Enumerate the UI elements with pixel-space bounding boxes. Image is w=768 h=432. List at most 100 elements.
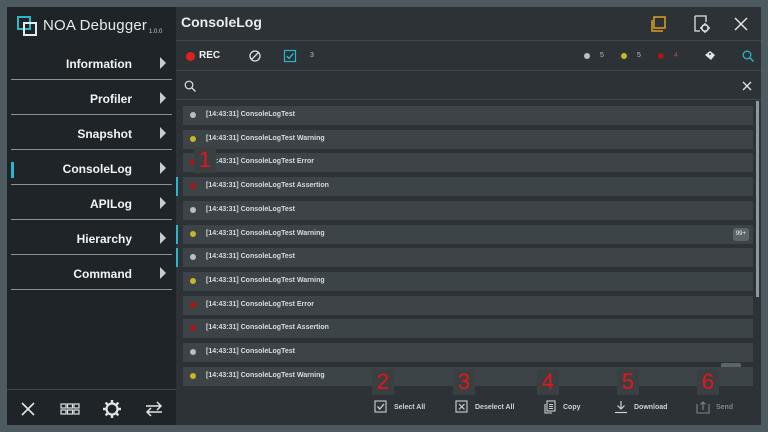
chevron-right-icon	[160, 162, 166, 174]
rec-label[interactable]: REC	[199, 50, 220, 61]
log-list: [14:43:31] ConsoleLogTest [14:43:31] Cons…	[176, 101, 761, 389]
annotation-marker: 6	[697, 369, 719, 395]
log-message: [14:43:31] ConsoleLogTest Warning	[206, 134, 325, 142]
deselect-all-button[interactable]: Deselect All	[455, 399, 527, 415]
sidebar: NOA Debugger 1.0.0 Information Profiler …	[7, 7, 176, 425]
sidebar-item-label: Information	[66, 57, 132, 71]
window-icon[interactable]	[648, 13, 670, 35]
close-icon[interactable]	[730, 13, 752, 35]
selection-indicator	[176, 248, 178, 268]
log-message: [14:43:31] ConsoleLogTest Error	[206, 158, 315, 166]
search-icon	[184, 80, 196, 92]
log-row[interactable]: [14:43:31] ConsoleLogTest	[183, 106, 753, 125]
sidebar-item-command[interactable]: Command	[11, 259, 172, 290]
sidebar-item-label: ConsoleLog	[62, 162, 132, 176]
download-label: Download	[634, 404, 668, 411]
sidebar-item-information[interactable]: Information	[11, 49, 172, 80]
sidebar-item-apilog[interactable]: APILog	[11, 189, 172, 220]
download-icon	[615, 401, 627, 414]
log-row[interactable]: [14:43:31] ConsoleLogTest Warning	[183, 129, 753, 149]
collapse-checkbox-icon[interactable]	[283, 49, 297, 63]
noa-logo-icon	[17, 16, 37, 36]
chevron-right-icon	[160, 92, 166, 104]
close-icon[interactable]	[17, 398, 39, 420]
app-version: 1.0.0	[149, 29, 163, 35]
send-button[interactable]: Send	[696, 399, 742, 415]
debugger-window: NOA Debugger 1.0.0 Information Profiler …	[7, 7, 761, 425]
clear-search-icon[interactable]	[740, 79, 754, 93]
log-row[interactable]: [14:43:31] ConsoleLogTest Assertion	[183, 177, 753, 197]
error-level-icon	[190, 183, 196, 190]
app-title: NOA Debugger	[43, 17, 148, 34]
log-message: [14:43:31] ConsoleLogTest	[206, 253, 295, 261]
sidebar-item-label: APILog	[90, 197, 132, 211]
log-message: [14:43:31] ConsoleLogTest Assertion	[206, 182, 329, 190]
warning-filter-icon[interactable]	[621, 53, 627, 59]
rec-icon[interactable]	[186, 52, 195, 61]
search-bar	[176, 72, 761, 100]
log-message: [14:43:31] ConsoleLogTest	[206, 205, 295, 213]
log-count: 5	[600, 52, 604, 59]
sidebar-item-profiler[interactable]: Profiler	[11, 84, 172, 115]
page-title: ConsoleLog	[181, 14, 262, 30]
select-all-button[interactable]: Select All	[374, 399, 434, 415]
error-level-icon	[190, 325, 196, 332]
error-level-icon	[190, 301, 196, 308]
chevron-right-icon	[160, 127, 166, 139]
log-row[interactable]: [14:43:31] ConsoleLogTest Warning	[183, 271, 753, 291]
log-row[interactable]: [14:43:31] ConsoleLogTest	[183, 200, 753, 220]
log-row[interactable]: [14:43:31] ConsoleLogTest	[183, 248, 753, 268]
copy-button[interactable]: Copy	[543, 399, 585, 415]
error-filter-icon[interactable]	[658, 53, 664, 59]
sidebar-item-consolelog[interactable]: ConsoleLog	[11, 154, 172, 185]
warning-count: 5	[637, 52, 641, 59]
send-label: Send	[716, 404, 734, 411]
chevron-right-icon	[160, 57, 166, 69]
warning-level-icon	[190, 135, 196, 142]
selection-indicator	[176, 177, 178, 197]
log-message: [14:43:31] ConsoleLogTest Assertion	[206, 324, 329, 332]
sidebar-nav: Information Profiler Snapshot ConsoleLog…	[11, 49, 172, 294]
warning-level-icon	[190, 230, 196, 237]
sidebar-item-snapshot[interactable]: Snapshot	[11, 119, 172, 150]
copy-icon	[544, 400, 556, 414]
copy-label: Copy	[563, 404, 581, 411]
repeat-count-badge: 99+	[732, 227, 749, 241]
log-row[interactable]: [14:43:31] ConsoleLogTest Warning 99+	[183, 224, 753, 244]
annotation-marker: 3	[453, 369, 475, 395]
annotation-marker: 1	[194, 147, 216, 173]
log-row[interactable]: [14:43:31] ConsoleLogTest Error	[183, 153, 753, 173]
gear-icon[interactable]	[101, 398, 123, 420]
log-level-icon	[190, 206, 196, 213]
search-toggle-icon[interactable]	[741, 49, 755, 63]
panel-header: ConsoleLog	[176, 7, 761, 41]
log-row[interactable]: [14:43:31] ConsoleLogTest	[183, 343, 753, 362]
log-filter-icon[interactable]	[584, 53, 590, 59]
sidebar-item-label: Command	[73, 267, 132, 281]
log-message: [14:43:31] ConsoleLogTest Error	[206, 300, 315, 308]
grid-icon[interactable]	[59, 398, 81, 420]
sidebar-item-hierarchy[interactable]: Hierarchy	[11, 224, 172, 255]
swap-icon[interactable]	[143, 398, 165, 420]
select-all-label: Select All	[394, 404, 426, 411]
log-message: [14:43:31] ConsoleLogTest	[206, 348, 295, 355]
clear-icon[interactable]	[248, 49, 262, 63]
annotation-marker: 2	[372, 369, 394, 395]
annotation-marker: 5	[617, 369, 639, 395]
log-message: [14:43:31] ConsoleLogTest	[206, 111, 295, 118]
window-settings-icon[interactable]	[690, 13, 712, 35]
log-level-icon	[190, 254, 196, 261]
chevron-right-icon	[160, 267, 166, 279]
log-message: [14:43:31] ConsoleLogTest Warning	[206, 276, 325, 284]
checkbox-cross-icon	[455, 400, 468, 413]
log-level-icon	[190, 112, 196, 118]
annotation-marker: 4	[537, 369, 559, 395]
scrollbar[interactable]	[756, 101, 759, 297]
error-count: 4	[674, 52, 678, 59]
log-row[interactable]: [14:43:31] ConsoleLogTest Assertion	[183, 319, 753, 339]
tag-icon[interactable]	[703, 49, 717, 63]
log-row[interactable]: [14:43:31] ConsoleLogTest Error	[183, 295, 753, 315]
search-input[interactable]	[200, 76, 720, 96]
download-button[interactable]: Download	[614, 399, 676, 415]
chevron-right-icon	[160, 232, 166, 244]
